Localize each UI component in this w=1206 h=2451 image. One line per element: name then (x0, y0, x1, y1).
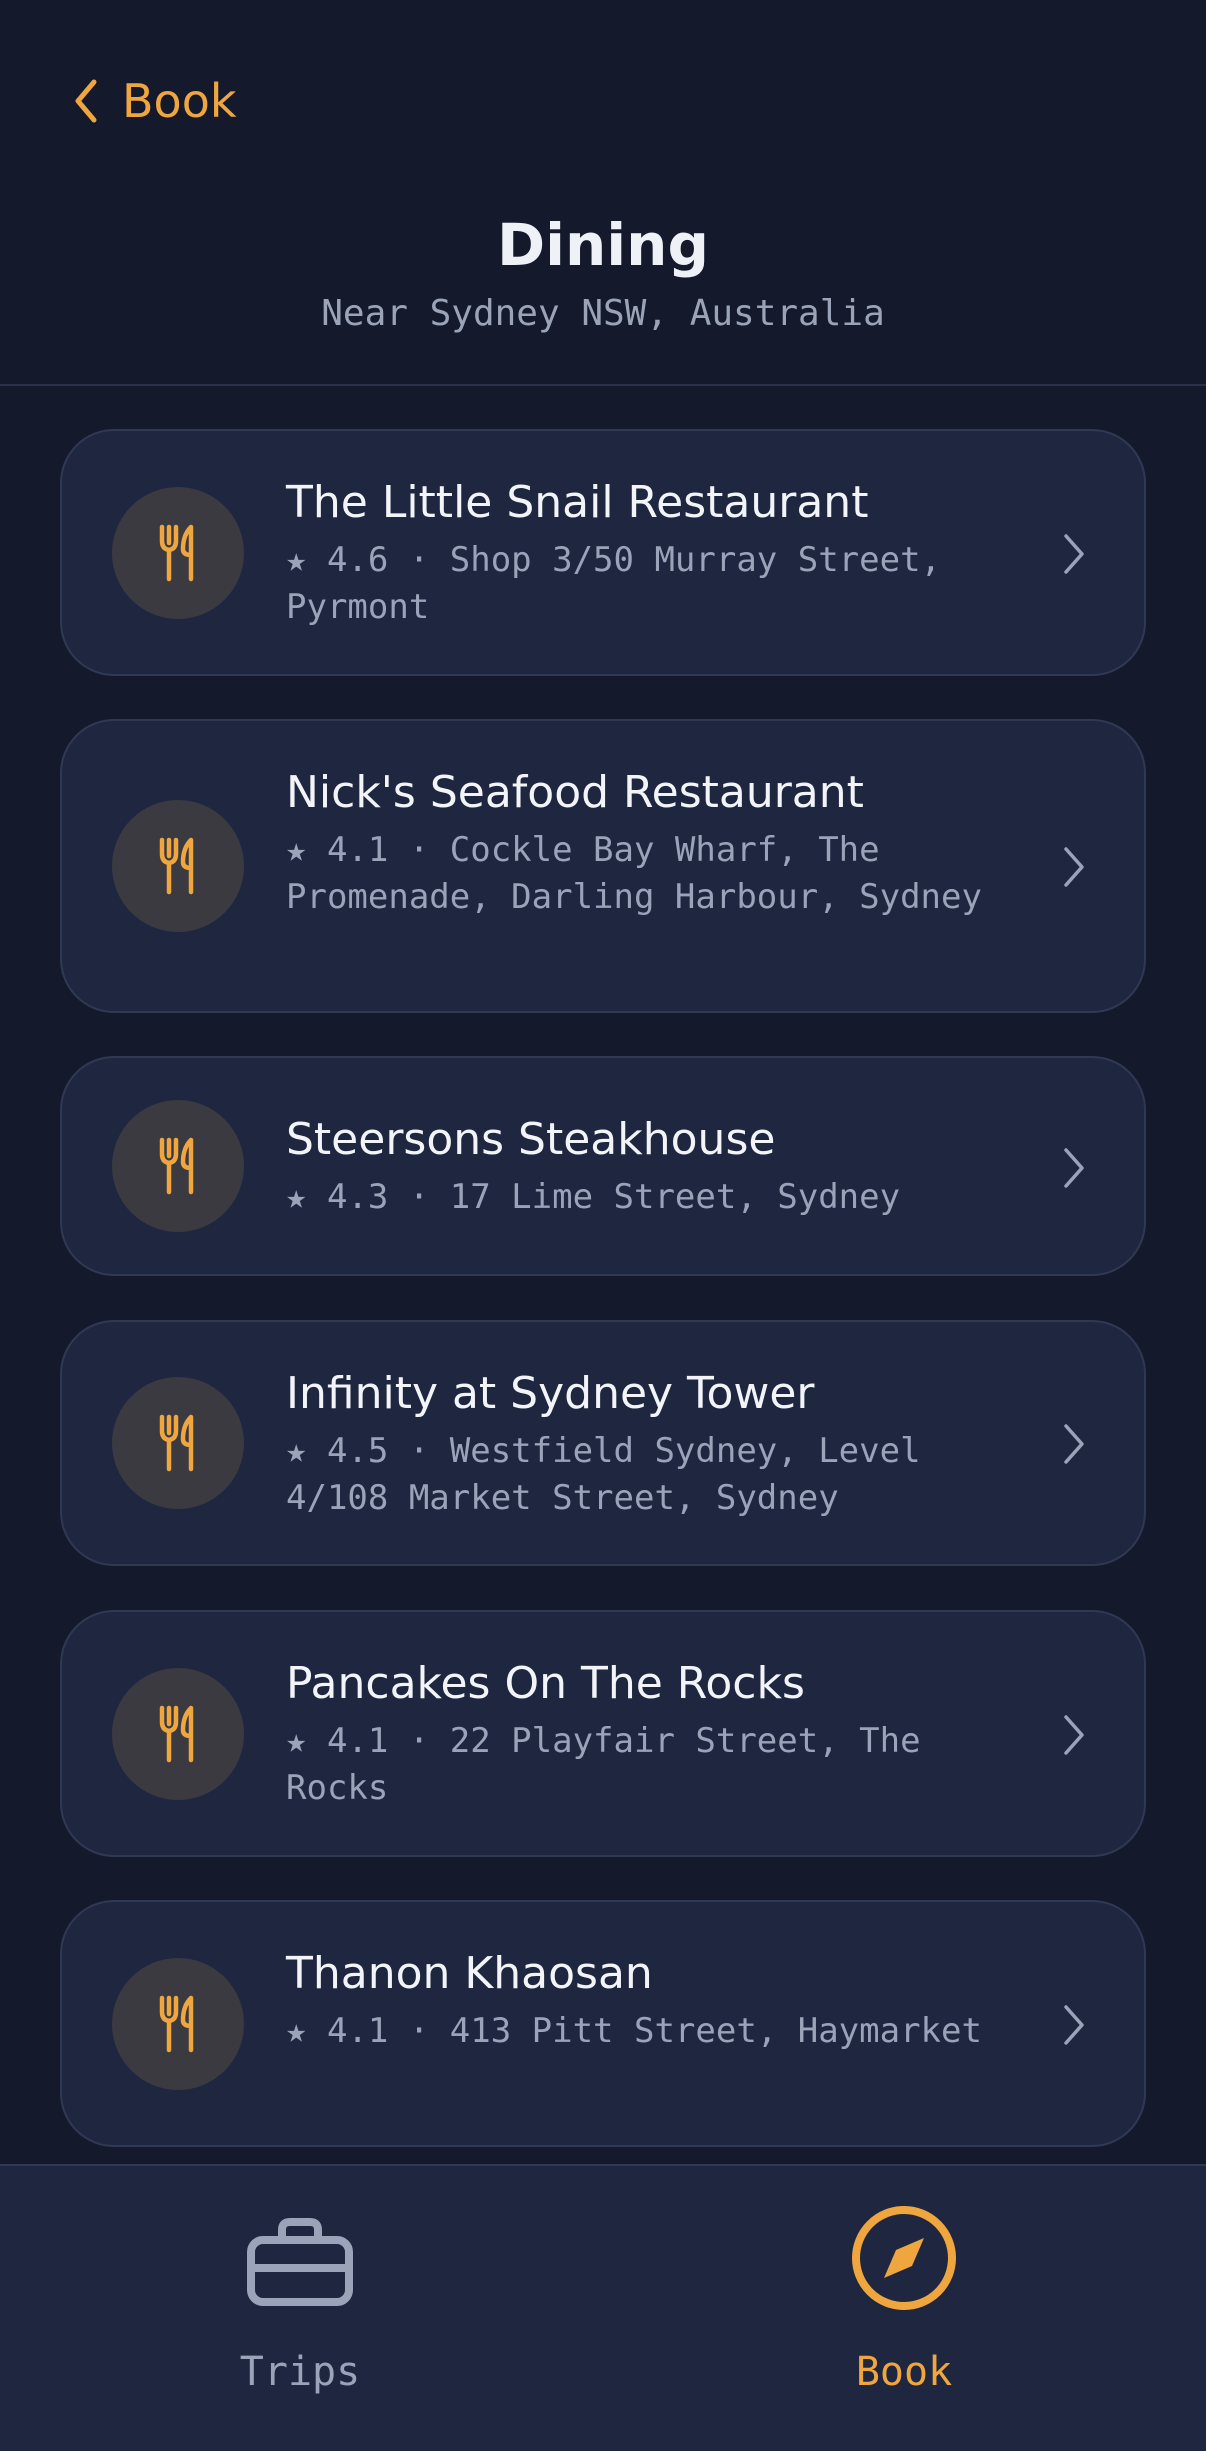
restaurant-rating-address: ★ 4.5 · Westfield Sydney, Level 4/108 Ma… (286, 1431, 921, 1518)
tab-book[interactable]: Book (754, 2206, 1054, 2416)
restaurant-rating-address: ★ 4.1 · 413 Pitt Street, Haymarket (286, 2011, 982, 2051)
compass-icon (852, 2206, 956, 2310)
restaurant-card[interactable]: Pancakes On The Rocks ★ 4.1 · 22 Playfai… (60, 1610, 1146, 1857)
fork-knife-icon (159, 524, 194, 582)
fork-knife-icon (159, 1137, 194, 1195)
chevron-right-icon (1064, 534, 1084, 574)
fork-knife-icon (159, 1995, 194, 2053)
fork-knife-icon (159, 837, 194, 895)
chevron-right-icon (1064, 1148, 1084, 1188)
tab-bar: Trips Book (0, 2164, 1206, 2451)
restaurant-info: The Little Snail Restaurant ★ 4.6 · Shop… (286, 475, 1006, 631)
tab-trips[interactable]: Trips (150, 2216, 450, 2416)
tab-trips-label: Trips (239, 2349, 361, 2395)
restaurant-card[interactable]: Thanon Khaosan ★ 4.1 · 413 Pitt Street, … (60, 1900, 1146, 2147)
chevron-right-icon (1064, 847, 1084, 887)
restaurant-icon-badge (112, 800, 244, 932)
restaurant-name: Pancakes On The Rocks (286, 1658, 805, 1709)
fork-knife-icon (159, 1705, 194, 1763)
restaurant-name: Nick's Seafood Restaurant (286, 767, 864, 818)
restaurant-info: Infinity at Sydney Tower ★ 4.5 · Westfie… (286, 1366, 1006, 1522)
fork-knife-icon (159, 1414, 194, 1472)
restaurant-icon-badge (112, 1668, 244, 1800)
restaurant-icon-badge (112, 487, 244, 619)
chevron-right-icon (1064, 2005, 1084, 2045)
restaurant-card[interactable]: Steersons Steakhouse ★ 4.3 · 17 Lime Str… (60, 1056, 1146, 1276)
page-title: Dining (496, 211, 709, 279)
restaurant-icon-badge (112, 1958, 244, 2090)
restaurant-card[interactable]: The Little Snail Restaurant ★ 4.6 · Shop… (60, 429, 1146, 676)
restaurant-rating-address: ★ 4.1 · 22 Playfair Street, The Rocks (286, 1721, 921, 1808)
restaurant-info: Pancakes On The Rocks ★ 4.1 · 22 Playfai… (286, 1656, 1006, 1812)
restaurant-info: Steersons Steakhouse ★ 4.3 · 17 Lime Str… (286, 1112, 1006, 1221)
restaurant-card[interactable]: Nick's Seafood Restaurant ★ 4.1 · Cockle… (60, 719, 1146, 1013)
restaurant-name: Steersons Steakhouse (286, 1114, 776, 1165)
restaurant-name: The Little Snail Restaurant (286, 477, 869, 528)
chevron-right-icon (1064, 1715, 1084, 1755)
restaurant-info: Thanon Khaosan ★ 4.1 · 413 Pitt Street, … (286, 1946, 1006, 2055)
header-divider (0, 384, 1206, 386)
restaurant-card[interactable]: Infinity at Sydney Tower ★ 4.5 · Westfie… (60, 1320, 1146, 1566)
chevron-left-icon (75, 79, 97, 123)
restaurant-info: Nick's Seafood Restaurant ★ 4.1 · Cockle… (286, 765, 1006, 921)
restaurant-icon-badge (112, 1100, 244, 1232)
chevron-right-icon (1064, 1424, 1084, 1464)
dining-screen: Book Dining Near Sydney NSW, Australia T… (0, 0, 1206, 2451)
restaurant-name: Infinity at Sydney Tower (286, 1368, 815, 1419)
restaurant-rating-address: ★ 4.3 · 17 Lime Street, Sydney (286, 1177, 901, 1217)
restaurant-icon-badge (112, 1377, 244, 1509)
back-button-label: Book (122, 74, 237, 128)
briefcase-icon (247, 2218, 353, 2306)
restaurant-rating-address: ★ 4.1 · Cockle Bay Wharf, The Promenade,… (286, 830, 982, 917)
restaurant-rating-address: ★ 4.6 · Shop 3/50 Murray Street, Pyrmont (286, 540, 942, 627)
page-subtitle: Near Sydney NSW, Australia (321, 293, 885, 334)
tab-book-label: Book (855, 2349, 953, 2395)
back-button[interactable]: Book (68, 70, 236, 132)
restaurant-name: Thanon Khaosan (286, 1948, 653, 1999)
